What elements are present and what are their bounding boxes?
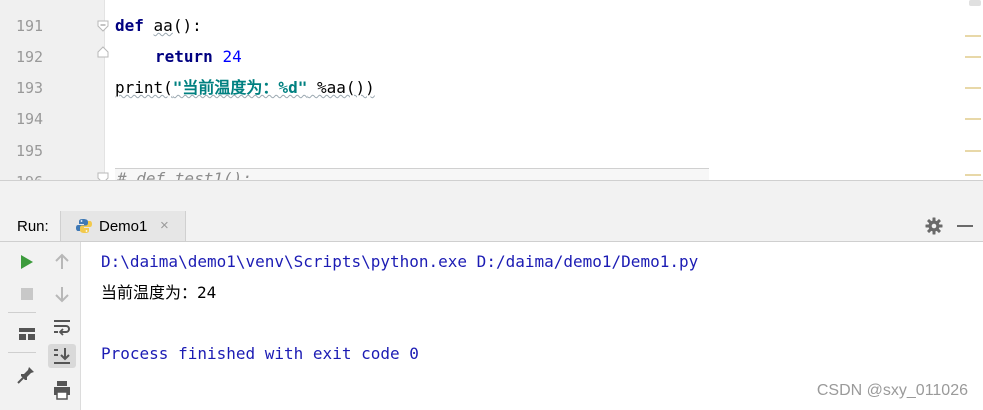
console-command-line: D:\daima\demo1\venv\Scripts\python.exe D… [101, 252, 699, 271]
arrow-down-icon [55, 287, 69, 303]
pin-icon [17, 367, 34, 384]
code-line: return 24 [155, 47, 242, 67]
line-number: 192 [16, 48, 44, 66]
layout-button[interactable] [13, 322, 41, 346]
code-line: print("当前温度为：%d" %aa()) [115, 78, 375, 98]
line-number: 195 [16, 142, 44, 160]
close-icon[interactable]: × [160, 217, 169, 234]
run-toolbar-primary [0, 242, 45, 410]
run-panel-title: Run: [17, 218, 49, 235]
comment: # def test1(): [117, 169, 252, 180]
keyword: return [155, 47, 213, 66]
arrow-up-icon [55, 253, 69, 269]
soft-wrap-button[interactable] [48, 314, 76, 338]
code-token: (): [172, 16, 202, 35]
tab-label: Demo1 [99, 218, 148, 235]
pin-button[interactable] [13, 364, 41, 388]
error-stripe-marker[interactable] [965, 118, 981, 120]
panel-splitter[interactable] [0, 180, 983, 212]
scroll-to-end-button[interactable] [48, 344, 76, 368]
fold-collapse-icon[interactable] [97, 172, 109, 180]
function-name: aa [153, 16, 173, 35]
scroll-to-end-icon [54, 348, 70, 364]
console-output-line: 当前温度为：24 [101, 283, 217, 302]
console-exit-line: Process finished with exit code 0 [101, 344, 419, 363]
code-token: print( [115, 78, 173, 97]
editor-scrollbar[interactable] [969, 0, 981, 6]
line-number: 196 [16, 172, 56, 180]
number-literal: 24 [222, 47, 242, 66]
error-stripe-marker[interactable] [965, 35, 981, 37]
line-number: 193 [16, 79, 44, 97]
line-number: 191 [16, 17, 44, 35]
soft-wrap-icon [54, 320, 70, 336]
toolbar-divider [8, 352, 36, 353]
stop-icon [21, 288, 33, 300]
minimize-icon[interactable] [957, 225, 973, 227]
code-line-highlight: # def test1(): [115, 168, 709, 180]
up-stack-frame-button[interactable] [48, 250, 76, 274]
run-toolbar-secondary [44, 242, 81, 410]
fold-collapse-icon[interactable] [97, 20, 109, 32]
watermark: CSDN @sxy_011026 [816, 382, 968, 399]
error-stripe-marker[interactable] [965, 174, 981, 176]
play-icon [21, 255, 33, 269]
tab-demo1[interactable]: Demo1 × [60, 211, 186, 241]
python-icon [76, 219, 92, 233]
run-tool-window-header: Run: Demo1 × [0, 211, 983, 242]
print-button[interactable] [48, 378, 76, 402]
error-stripe-marker[interactable] [965, 87, 981, 89]
rerun-button[interactable] [13, 250, 41, 274]
code-editor[interactable]: 191 192 193 194 195 196 def aa(): return… [0, 0, 983, 180]
code-token: %aa()) [307, 78, 375, 97]
print-icon [54, 381, 70, 400]
line-number: 194 [16, 110, 44, 128]
down-stack-frame-button[interactable] [48, 282, 76, 306]
fold-end-icon[interactable] [97, 46, 109, 58]
string-literal: "当前温度为：%d" [172, 78, 308, 97]
toolbar-divider [8, 312, 36, 313]
stop-button[interactable] [13, 282, 41, 306]
code-line: def aa(): [115, 16, 202, 36]
layout-icon [19, 328, 35, 340]
error-stripe-marker[interactable] [965, 56, 981, 58]
error-stripe-marker[interactable] [965, 150, 981, 152]
gear-icon[interactable] [925, 217, 943, 235]
keyword: def [115, 16, 144, 35]
